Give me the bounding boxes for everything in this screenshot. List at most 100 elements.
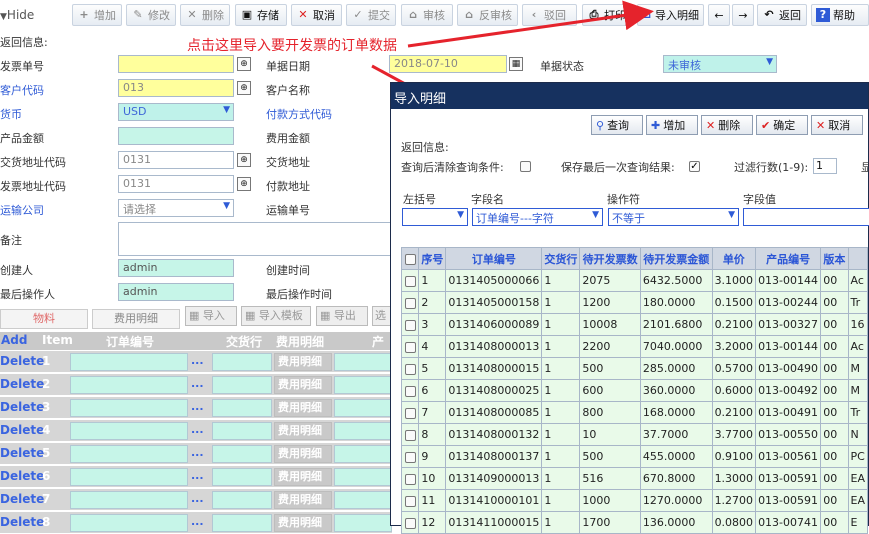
customer-code-field[interactable]: 013	[118, 79, 234, 97]
review-button[interactable]: ⌂ 审核	[401, 4, 453, 26]
currency-select[interactable]: USD ▼	[118, 103, 234, 121]
grid-delete-link[interactable]: Delete	[0, 446, 44, 460]
grid-fee-cell[interactable]: 费用明细	[274, 376, 332, 394]
dialog-cancel-button[interactable]: ✕ 取消	[811, 115, 863, 135]
grid-product-cell[interactable]	[334, 353, 392, 371]
table-row[interactable]: 2 0131405000158 1 1200 180.0000 0.1500 013-002…	[400, 291, 868, 314]
grid-product-cell[interactable]	[334, 376, 392, 394]
row-checkbox[interactable]	[404, 517, 416, 529]
grid-delivery-cell[interactable]	[212, 491, 272, 509]
submit-button[interactable]: ✓ 提交	[346, 4, 396, 26]
clear-after-query-checkbox[interactable]	[520, 161, 531, 172]
remark-field[interactable]	[118, 222, 392, 256]
row-checkbox-cell[interactable]	[400, 379, 420, 402]
select-all-checkbox-cell[interactable]	[400, 247, 420, 270]
add-button[interactable]: + 增加	[72, 4, 122, 26]
unreview-button[interactable]: ⌂ 反审核	[457, 4, 518, 26]
row-checkbox[interactable]	[404, 473, 416, 485]
print-button[interactable]: ⎙ 打印	[582, 4, 634, 26]
search-icon[interactable]: ⊕	[237, 57, 251, 71]
keep-last-result-checkbox[interactable]	[689, 161, 700, 172]
grid-product-cell[interactable]	[334, 468, 392, 486]
grid-delivery-cell[interactable]	[212, 468, 272, 486]
field-name-select[interactable]: 订单编号---字符 ▼	[472, 208, 603, 226]
grid-order-cell[interactable]	[70, 468, 188, 486]
grid-delivery-cell[interactable]	[212, 445, 272, 463]
row-checkbox-cell[interactable]	[400, 467, 420, 490]
field-value-input[interactable]	[743, 208, 869, 226]
grid-product-cell[interactable]	[334, 445, 392, 463]
edit-button[interactable]: ✎ 修改	[126, 4, 176, 26]
back-button[interactable]: ↶ 返回	[757, 4, 807, 26]
grid-delivery-cell[interactable]	[212, 514, 272, 532]
table-row[interactable]: 12 0131411000015 1 1700 136.0000 0.0800 013-00…	[400, 511, 868, 534]
row-checkbox-cell[interactable]	[400, 511, 420, 534]
grid-lookup-button[interactable]: ...	[191, 354, 204, 367]
grid-product-cell[interactable]	[334, 514, 392, 532]
product-amount-field[interactable]	[118, 127, 234, 145]
grid-delete-link[interactable]: Delete	[0, 492, 44, 506]
dialog-query-button[interactable]: ⚲ 查询	[591, 115, 643, 135]
invoice-no-field[interactable]	[118, 55, 234, 73]
grid-delete-link[interactable]: Delete	[0, 400, 44, 414]
search-icon[interactable]: ⊕	[237, 153, 251, 167]
select-button[interactable]: 选	[372, 306, 392, 326]
grid-fee-cell[interactable]: 费用明细	[274, 468, 332, 486]
grid-lookup-button[interactable]: ...	[191, 446, 204, 459]
grid-fee-cell[interactable]: 费用明细	[274, 445, 332, 463]
grid-product-cell[interactable]	[334, 422, 392, 440]
import-template-button[interactable]: ▦ 导入模板	[241, 306, 311, 326]
grid-lookup-button[interactable]: ...	[191, 469, 204, 482]
grid-delivery-cell[interactable]	[212, 376, 272, 394]
grid-order-cell[interactable]	[70, 445, 188, 463]
grid-fee-cell[interactable]: 费用明细	[274, 353, 332, 371]
dialog-add-button[interactable]: ✚ 增加	[646, 115, 698, 135]
row-checkbox-cell[interactable]	[400, 269, 420, 292]
help-button[interactable]: ? 帮助	[811, 4, 869, 26]
next-button[interactable]: →	[732, 4, 754, 26]
calendar-icon[interactable]: ▦	[509, 57, 523, 71]
dialog-delete-button[interactable]: ✕ 删除	[701, 115, 753, 135]
grid-order-cell[interactable]	[70, 422, 188, 440]
reject-button[interactable]: ‹ 驳回	[522, 4, 577, 26]
grid-delivery-cell[interactable]	[212, 422, 272, 440]
grid-fee-cell[interactable]: 费用明细	[274, 422, 332, 440]
import-button[interactable]: ▦ 导入	[185, 306, 237, 326]
grid-order-cell[interactable]	[70, 353, 188, 371]
grid-fee-cell[interactable]: 费用明细	[274, 491, 332, 509]
row-checkbox[interactable]	[404, 451, 416, 463]
row-checkbox[interactable]	[404, 385, 416, 397]
row-checkbox[interactable]	[404, 341, 416, 353]
grid-fee-cell[interactable]: 费用明细	[274, 399, 332, 417]
delivery-addr-code-field[interactable]: 0131	[118, 151, 234, 169]
doc-status-select[interactable]: 未审核 ▼	[663, 55, 777, 73]
row-checkbox-cell[interactable]	[400, 313, 420, 336]
row-checkbox-cell[interactable]	[400, 489, 420, 512]
table-row[interactable]: 7 0131408000085 1 800 168.0000 0.2100 013-0049…	[400, 401, 868, 424]
grid-order-cell[interactable]	[70, 491, 188, 509]
row-checkbox[interactable]	[404, 275, 416, 287]
table-row[interactable]: 9 0131408000137 1 500 455.0000 0.9100 013-0056…	[400, 445, 868, 468]
table-row[interactable]: 6 0131408000025 1 600 360.0000 0.6000 013-0049…	[400, 379, 868, 402]
grid-delete-link[interactable]: Delete	[0, 515, 44, 529]
grid-delivery-cell[interactable]	[212, 353, 272, 371]
row-checkbox-cell[interactable]	[400, 445, 420, 468]
grid-delivery-cell[interactable]	[212, 399, 272, 417]
grid-lookup-button[interactable]: ...	[191, 377, 204, 390]
export-button[interactable]: ▦ 导出	[316, 306, 368, 326]
grid-order-cell[interactable]	[70, 376, 188, 394]
doc-date-field[interactable]: 2018-07-10	[389, 55, 507, 73]
row-checkbox[interactable]	[404, 495, 416, 507]
grid-lookup-button[interactable]: ...	[191, 423, 204, 436]
grid-lookup-button[interactable]: ...	[191, 515, 204, 528]
row-checkbox[interactable]	[404, 429, 416, 441]
left-paren-select[interactable]: ▼	[402, 208, 468, 226]
grid-lookup-button[interactable]: ...	[191, 492, 204, 505]
row-checkbox[interactable]	[404, 297, 416, 309]
cancel-button[interactable]: ✕ 取消	[291, 4, 342, 26]
grid-delete-link[interactable]: Delete	[0, 423, 44, 437]
table-row[interactable]: 4 0131408000013 1 2200 7040.0000 3.2000 013-00…	[400, 335, 868, 358]
row-checkbox-cell[interactable]	[400, 291, 420, 314]
operator-select[interactable]: 不等于 ▼	[608, 208, 739, 226]
row-checkbox-cell[interactable]	[400, 423, 420, 446]
